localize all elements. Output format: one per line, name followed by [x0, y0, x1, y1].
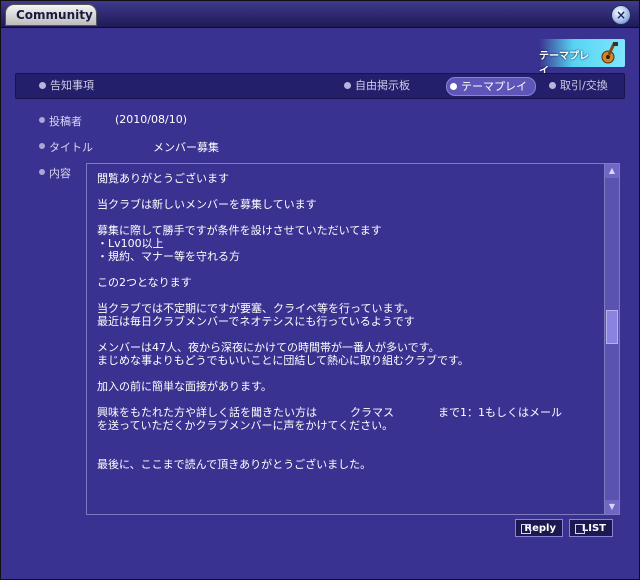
reply-button[interactable]: Reply [515, 519, 563, 537]
content-scrollbar[interactable]: ▲ ▼ [604, 164, 619, 514]
content-label: 内容 [39, 165, 71, 181]
close-button[interactable]: × [611, 5, 631, 25]
list-icon [575, 524, 585, 534]
window-title: Community [5, 4, 97, 26]
title-label: タイトル [39, 139, 93, 155]
scroll-thumb[interactable] [606, 310, 618, 344]
scroll-up-arrow[interactable]: ▲ [605, 164, 619, 178]
tab-announcements[interactable]: 告知事項 [36, 77, 102, 94]
post-content-text: 閲覧ありがとうございます 当クラブは新しいメンバーを募集しています 募集に際して… [97, 172, 562, 471]
poster-label: 投稿者 [39, 113, 82, 129]
reply-icon [521, 524, 531, 534]
list-button[interactable]: LIST [569, 519, 613, 537]
list-label: LIST [581, 523, 606, 534]
poster-value: (2010/08/10) [115, 113, 187, 126]
title-bar[interactable]: Community × [1, 1, 639, 28]
guitar-icon [601, 42, 618, 64]
post-title: メンバー募集 [153, 141, 219, 154]
theme-play-banner: テーマプレイ [539, 39, 625, 77]
tab-trade-exchange[interactable]: 取引/交換 [546, 77, 616, 94]
scroll-down-arrow[interactable]: ▼ [605, 500, 619, 514]
post-content-box[interactable]: 閲覧ありがとうございます 当クラブは新しいメンバーを募集しています 募集に際して… [86, 163, 620, 515]
community-window: Community × テーマプレイ 告知事項 自由掲示板 テーマプレイ 取引/… [0, 0, 640, 580]
tab-free-board[interactable]: 自由掲示板 [341, 77, 418, 94]
board-tab-bar: 告知事項 自由掲示板 テーマプレイ 取引/交換 [15, 73, 625, 99]
tab-theme-play[interactable]: テーマプレイ [446, 77, 536, 96]
community-body: テーマプレイ 告知事項 自由掲示板 テーマプレイ 取引/交換 投稿者 (2010… [7, 31, 633, 573]
